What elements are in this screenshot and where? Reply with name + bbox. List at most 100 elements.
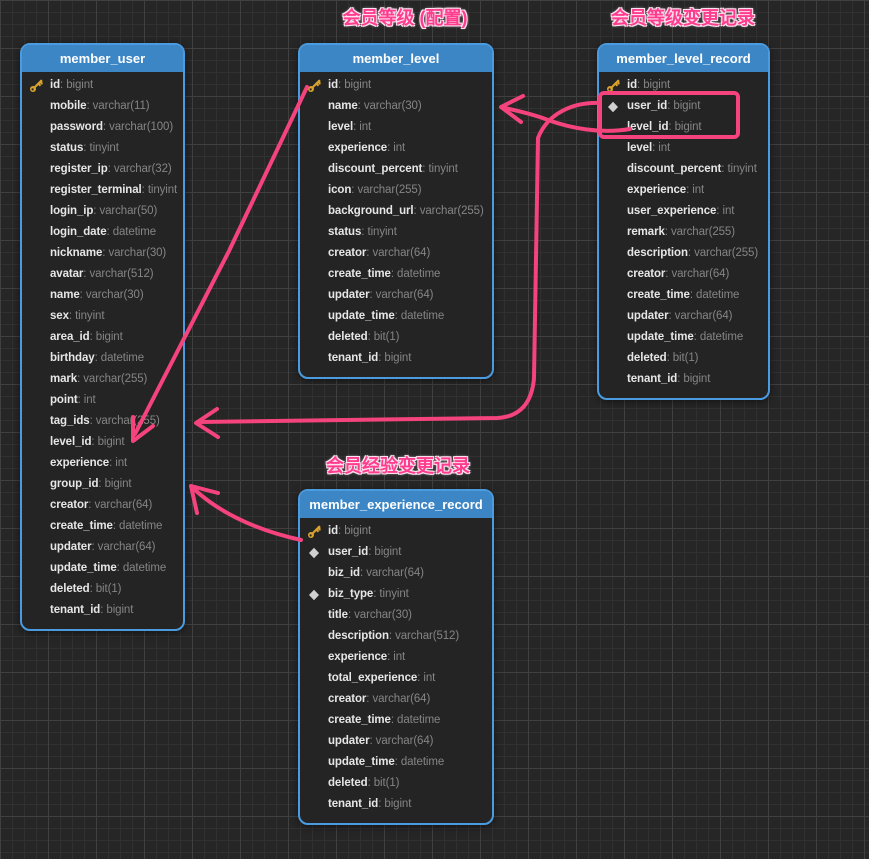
field-name: tenant_id xyxy=(50,604,100,616)
field-type: : varchar(512) xyxy=(389,630,459,642)
field-type: : varchar(64) xyxy=(366,247,430,259)
field-row-deleted: deleted: bit(1) xyxy=(300,773,492,794)
field-type: : varchar(64) xyxy=(360,567,424,579)
table-member_user[interactable]: member_userid: bigint mobile: varchar(11)… xyxy=(20,43,185,631)
field-row-creator: creator: varchar(64) xyxy=(300,243,492,264)
field-name: name xyxy=(328,100,358,112)
field-name: group_id xyxy=(50,478,98,490)
field-name: tenant_id xyxy=(328,352,378,364)
field-type: : bigint xyxy=(338,79,371,91)
field-row-mobile: mobile: varchar(11) xyxy=(22,96,183,117)
arrow-exp-record-to-user-group xyxy=(191,486,301,540)
field-row-creator: creator: varchar(64) xyxy=(599,264,768,285)
field-row-level_id: level_id: bigint xyxy=(22,432,183,453)
field-name: avatar xyxy=(50,268,83,280)
field-row-deleted: deleted: bit(1) xyxy=(599,348,768,369)
label-member-level: 会员等级 (配置) xyxy=(343,4,468,30)
field-type: : varchar(64) xyxy=(88,499,152,511)
field-row-icon: icon: varchar(255) xyxy=(300,180,492,201)
field-row-level: level: int xyxy=(300,117,492,138)
field-row-mark: mark: varchar(255) xyxy=(22,369,183,390)
field-type: : int xyxy=(387,651,405,663)
field-name: area_id xyxy=(50,331,90,343)
field-name: deleted xyxy=(627,352,667,364)
field-name: deleted xyxy=(50,583,90,595)
field-row-area_id: area_id: bigint xyxy=(22,327,183,348)
field-row-user_id: user_id: bigint xyxy=(300,542,492,563)
field-name: id xyxy=(50,79,60,91)
field-row-updater: updater: varchar(64) xyxy=(599,306,768,327)
diagram-canvas[interactable]: member_userid: bigintmobile: varchar(11)… xyxy=(0,0,869,859)
field-type: : bigint xyxy=(60,79,93,91)
field-type: : int xyxy=(686,184,704,196)
field-name: create_time xyxy=(50,520,113,532)
label-member-level-record: 会员等级变更记录 xyxy=(611,4,755,30)
field-name: discount_percent xyxy=(627,163,721,175)
field-type: : bigint xyxy=(378,798,411,810)
field-name: mark xyxy=(50,373,77,385)
field-name: deleted xyxy=(328,331,368,343)
field-name: update_time xyxy=(50,562,117,574)
field-row-updater: updater: varchar(64) xyxy=(300,285,492,306)
field-name: biz_id xyxy=(328,567,360,579)
field-row-create_time: create_time: datetime xyxy=(300,710,492,731)
field-type: : int xyxy=(109,457,127,469)
field-row-update_time: update_time: datetime xyxy=(599,327,768,348)
table-member_level[interactable]: member_level id: bigint name: varchar(30) l… xyxy=(298,43,494,379)
field-row-tag_ids: tag_ids: varchar(255) xyxy=(22,411,183,432)
field-name: biz_type xyxy=(328,588,373,600)
field-name: level xyxy=(627,142,652,154)
field-name: password xyxy=(50,121,103,133)
field-row-password: password: varchar(100) xyxy=(22,117,183,138)
field-type: : varchar(64) xyxy=(668,310,732,322)
field-type: : varchar(64) xyxy=(665,268,729,280)
table-title-member_experience_record[interactable]: member_experience_record xyxy=(300,491,492,518)
field-name: status xyxy=(50,142,83,154)
field-type: : varchar(30) xyxy=(358,100,422,112)
field-row-group_id: group_id: bigint xyxy=(22,474,183,495)
field-row-birthday: birthday: datetime xyxy=(22,348,183,369)
field-name: login_ip xyxy=(50,205,93,217)
field-name: level_id xyxy=(627,121,668,133)
field-name: nickname xyxy=(50,247,102,259)
field-row-update_time: update_time: datetime xyxy=(300,306,492,327)
field-type: : bigint xyxy=(667,100,700,112)
field-row-discount_percent: discount_percent: tinyint xyxy=(300,159,492,180)
primary-key-icon xyxy=(606,79,620,93)
field-type: : varchar(255) xyxy=(665,226,735,238)
field-name: update_time xyxy=(328,756,395,768)
table-title-member_level[interactable]: member_level xyxy=(300,45,492,72)
field-name: id xyxy=(328,525,338,537)
field-name: status xyxy=(328,226,361,238)
field-name: description xyxy=(328,630,389,642)
field-name: icon xyxy=(328,184,351,196)
table-member_experience_record[interactable]: member_experience_recordid: bigintuser_i… xyxy=(298,489,494,825)
field-name: updater xyxy=(328,735,369,747)
field-row-tenant_id: tenant_id: bigint xyxy=(22,600,183,621)
field-row-remark: remark: varchar(255) xyxy=(599,222,768,243)
field-row-nickname: nickname: varchar(30) xyxy=(22,243,183,264)
field-type: : varchar(64) xyxy=(91,541,155,553)
table-title-member_user[interactable]: member_user xyxy=(22,45,183,72)
field-row-creator: creator: varchar(64) xyxy=(300,689,492,710)
field-name: creator xyxy=(328,247,366,259)
field-type: : bigint xyxy=(637,79,670,91)
field-type: : bigint xyxy=(338,525,371,537)
field-row-description: description: varchar(255) xyxy=(599,243,768,264)
field-type: : bigint xyxy=(378,352,411,364)
field-type: : datetime xyxy=(395,756,445,768)
field-row-tenant_id: tenant_id: bigint xyxy=(599,369,768,390)
field-row-id: id: bigint xyxy=(300,75,492,96)
field-name: update_time xyxy=(328,310,395,322)
field-row-discount_percent: discount_percent: tinyint xyxy=(599,159,768,180)
field-row-id: id: bigint xyxy=(599,75,768,96)
field-type: : varchar(64) xyxy=(366,693,430,705)
field-type: : datetime xyxy=(391,268,441,280)
field-name: birthday xyxy=(50,352,95,364)
index-diamond-icon xyxy=(307,546,321,560)
table-member_level_record[interactable]: member_level_recordid: bigintuser_id: bi… xyxy=(597,43,770,400)
table-title-member_level_record[interactable]: member_level_record xyxy=(599,45,768,72)
field-name: tenant_id xyxy=(627,373,677,385)
field-name: name xyxy=(50,289,80,301)
field-type: : bigint xyxy=(668,121,701,133)
